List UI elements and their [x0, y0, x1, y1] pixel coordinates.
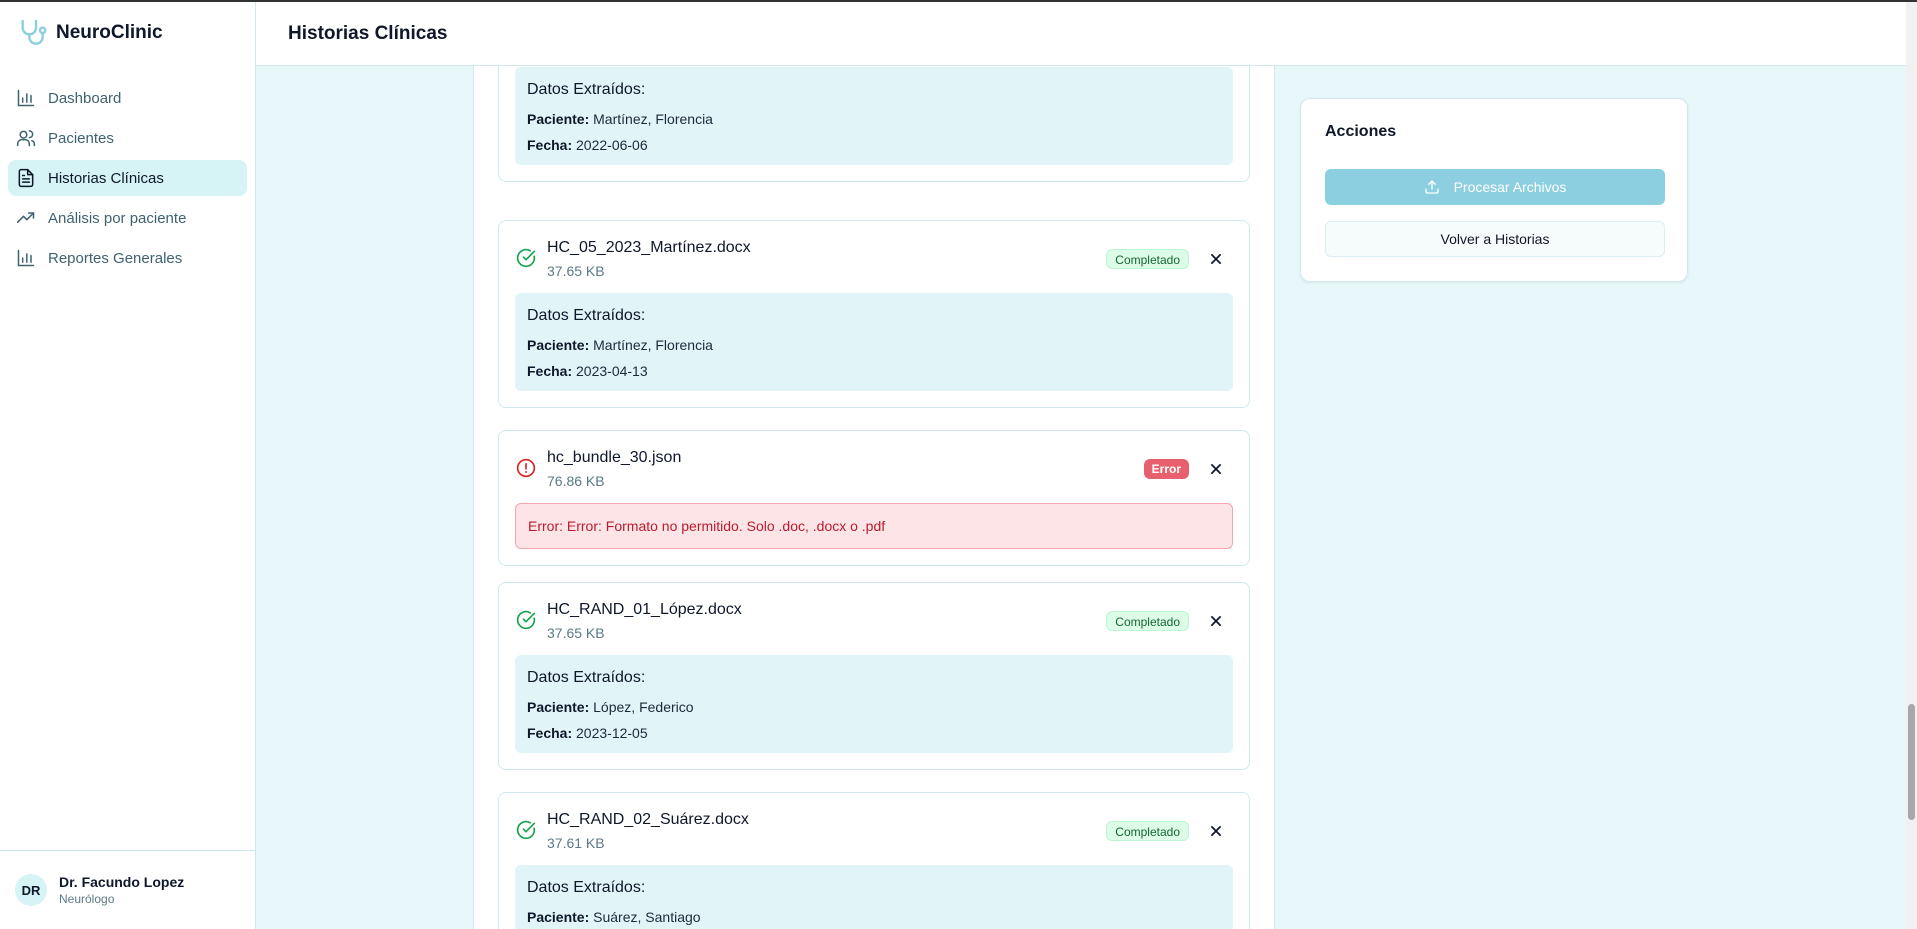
file-size: 37.61 KB: [547, 835, 605, 851]
page-scrollbar[interactable]: [1906, 2, 1917, 929]
sidebar-item-label: Análisis por paciente: [48, 209, 187, 227]
extracted-data-title: Datos Extraídos:: [527, 669, 646, 686]
check-circle-icon: [516, 820, 536, 840]
profile-text: Dr. Facundo Lopez Neurólogo: [59, 874, 184, 906]
sidebar-item-historias-clinicas[interactable]: Historias Clínicas: [8, 160, 247, 196]
user-profile[interactable]: DR Dr. Facundo Lopez Neurólogo: [0, 850, 255, 929]
date-value: 2023-04-13: [576, 363, 648, 379]
check-circle-icon: [516, 610, 536, 630]
patient-value: López, Federico: [593, 699, 694, 715]
avatar: DR: [15, 874, 47, 906]
close-icon[interactable]: [1209, 252, 1223, 266]
file-card: Datos Extraídos: Paciente: Martínez, Flo…: [498, 66, 1250, 182]
profile-role: Neurólogo: [59, 892, 115, 906]
process-files-label: Procesar Archivos: [1453, 179, 1567, 195]
file-card: HC_RAND_01_López.docx 37.65 KB Completad…: [498, 582, 1250, 770]
extracted-patient: Paciente: López, Federico: [527, 699, 1221, 715]
extracted-data: Datos Extraídos: Paciente: López, Federi…: [515, 655, 1233, 753]
patient-label: Paciente:: [527, 699, 590, 715]
date-label: Fecha:: [527, 725, 573, 741]
extracted-data-title: Datos Extraídos:: [527, 307, 646, 324]
process-files-button[interactable]: Procesar Archivos: [1325, 169, 1665, 205]
actions-title: Acciones: [1325, 123, 1397, 140]
brand[interactable]: NeuroClinic: [0, 2, 255, 64]
trending-up-icon: [16, 212, 35, 223]
stethoscope-icon: [21, 19, 47, 45]
date-label: Fecha:: [527, 363, 573, 379]
patient-label: Paciente:: [527, 909, 590, 925]
extracted-patient: Paciente: Martínez, Florencia: [527, 111, 1221, 127]
file-list[interactable]: Datos Extraídos: Paciente: Martínez, Flo…: [473, 66, 1275, 929]
status-badge: Completado: [1106, 249, 1189, 269]
file-card: hc_bundle_30.json 76.86 KB Error Error: …: [498, 430, 1250, 566]
file-size: 76.86 KB: [547, 473, 605, 489]
file-text-icon: [18, 168, 34, 188]
file-size: 37.65 KB: [547, 625, 605, 641]
patient-value: Suárez, Santiago: [593, 909, 701, 925]
sidebar-item-reportes-generales[interactable]: Reportes Generales: [8, 240, 247, 276]
status-badge: Error: [1143, 459, 1189, 479]
file-card-header: HC_RAND_01_López.docx 37.65 KB Completad…: [499, 583, 1249, 655]
file-card-header: HC_RAND_02_Suárez.docx 37.61 KB Completa…: [499, 793, 1249, 865]
bar-chart-icon: [17, 249, 35, 267]
back-to-histories-button[interactable]: Volver a Historias: [1325, 221, 1665, 257]
close-icon[interactable]: [1209, 824, 1223, 838]
extracted-data-title: Datos Extraídos:: [527, 879, 646, 896]
sidebar-item-label: Historias Clínicas: [48, 169, 164, 187]
extracted-date: Fecha: 2023-12-05: [527, 725, 1221, 741]
scrollbar-thumb[interactable]: [1908, 704, 1915, 820]
alert-circle-icon: [516, 458, 536, 478]
extracted-patient: Paciente: Suárez, Santiago: [527, 909, 1221, 925]
status-badge: Completado: [1106, 611, 1189, 631]
file-size: 37.65 KB: [547, 263, 605, 279]
extracted-patient: Paciente: Martínez, Florencia: [527, 337, 1221, 353]
brand-name: NeuroClinic: [56, 22, 163, 43]
sidebar-item-analisis-por-paciente[interactable]: Análisis por paciente: [8, 200, 247, 236]
date-value: 2022-06-06: [576, 137, 648, 153]
close-icon[interactable]: [1209, 462, 1223, 476]
close-icon[interactable]: [1209, 614, 1223, 628]
sidebar-item-label: Pacientes: [48, 129, 114, 147]
file-name: HC_RAND_02_Suárez.docx: [547, 811, 749, 828]
profile-name: Dr. Facundo Lopez: [59, 874, 185, 890]
file-name: hc_bundle_30.json: [547, 449, 682, 466]
file-name: HC_05_2023_Martínez.docx: [547, 239, 751, 256]
date-value: 2023-12-05: [576, 725, 648, 741]
file-name: HC_RAND_01_López.docx: [547, 601, 742, 618]
extracted-data-title: Datos Extraídos:: [527, 81, 646, 98]
file-card-header: hc_bundle_30.json 76.86 KB Error: [499, 431, 1249, 503]
sidebar-item-label: Dashboard: [48, 89, 122, 107]
date-label: Fecha:: [527, 137, 573, 153]
page-header: Historias Clínicas: [256, 2, 1906, 66]
bar-chart-icon: [17, 89, 35, 107]
sidebar-item-label: Reportes Generales: [48, 249, 183, 267]
sidebar: NeuroClinic Dashboard Pacientes Historia…: [0, 2, 256, 929]
patient-label: Paciente:: [527, 111, 590, 127]
patient-value: Martínez, Florencia: [593, 111, 713, 127]
file-card: HC_RAND_02_Suárez.docx 37.61 KB Completa…: [498, 792, 1250, 929]
upload-icon: [1424, 180, 1439, 194]
file-card-header: [499, 66, 1249, 67]
users-icon: [16, 130, 36, 147]
extracted-date: Fecha: 2022-06-06: [527, 137, 1221, 153]
check-circle-icon: [516, 248, 536, 268]
error-message: Error: Error: Formato no permitido. Solo…: [515, 503, 1233, 549]
patient-value: Martínez, Florencia: [593, 337, 713, 353]
status-badge: Completado: [1106, 821, 1189, 841]
file-card-header: HC_05_2023_Martínez.docx 37.65 KB Comple…: [499, 221, 1249, 293]
actions-panel: Acciones Procesar Archivos Volver a Hist…: [1300, 98, 1688, 282]
sidebar-item-dashboard[interactable]: Dashboard: [8, 80, 247, 116]
extracted-data: Datos Extraídos: Paciente: Martínez, Flo…: [515, 293, 1233, 391]
sidebar-nav: Dashboard Pacientes Historias Clínicas A…: [0, 64, 255, 296]
extracted-data: Datos Extraídos: Paciente: Suárez, Santi…: [515, 865, 1233, 929]
patient-label: Paciente:: [527, 337, 590, 353]
sidebar-item-pacientes[interactable]: Pacientes: [8, 120, 247, 156]
extracted-data: Datos Extraídos: Paciente: Martínez, Flo…: [515, 67, 1233, 165]
extracted-date: Fecha: 2023-04-13: [527, 363, 1221, 379]
page-title: Historias Clínicas: [288, 22, 448, 44]
file-card: HC_05_2023_Martínez.docx 37.65 KB Comple…: [498, 220, 1250, 408]
